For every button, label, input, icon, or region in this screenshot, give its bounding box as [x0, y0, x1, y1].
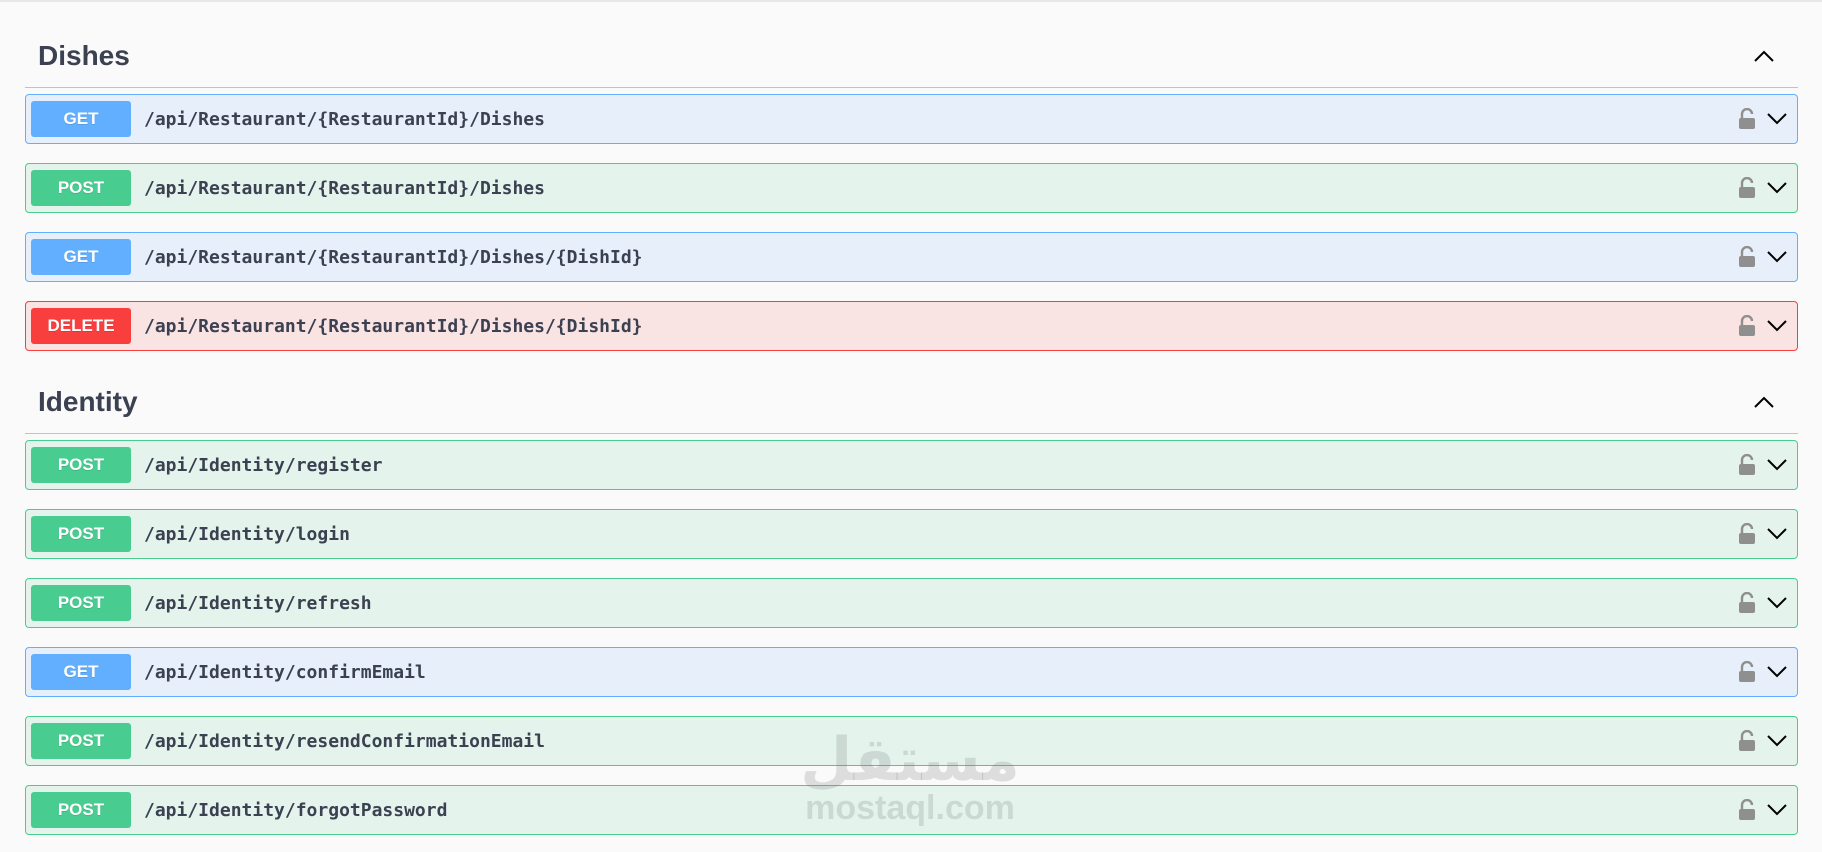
lock-icon[interactable] [1738, 177, 1756, 199]
lock-icon[interactable] [1738, 315, 1756, 337]
method-badge: POST [31, 447, 131, 483]
operation-path: /api/Identity/resendConfirmationEmail [144, 730, 545, 752]
method-badge: GET [31, 101, 131, 137]
operation-path: /api/Identity/forgotPassword [144, 799, 448, 821]
operation-path: /api/Identity/register [144, 454, 383, 476]
operation-row[interactable]: GET /api/Restaurant/{RestaurantId}/Dishe… [25, 94, 1798, 144]
chevron-down-icon[interactable] [1766, 181, 1788, 195]
lock-icon[interactable] [1738, 108, 1756, 130]
chevron-down-icon[interactable] [1766, 596, 1788, 610]
chevron-down-icon[interactable] [1766, 319, 1788, 333]
method-badge: GET [31, 239, 131, 275]
lock-icon[interactable] [1738, 454, 1756, 476]
chevron-up-icon[interactable] [1740, 378, 1788, 426]
chevron-down-icon[interactable] [1766, 734, 1788, 748]
tag-section-identity: Identity POST /api/Identity/register POS… [25, 370, 1798, 835]
chevron-down-icon[interactable] [1766, 458, 1788, 472]
operation-row[interactable]: POST /api/Identity/forgotPassword [25, 785, 1798, 835]
lock-icon[interactable] [1738, 661, 1756, 683]
tag-title: Dishes [38, 39, 130, 71]
operation-row[interactable]: POST /api/Identity/register [25, 440, 1798, 490]
tag-header-identity[interactable]: Identity [25, 370, 1798, 434]
method-badge: POST [31, 792, 131, 828]
operation-path: /api/Identity/login [144, 523, 350, 545]
operation-path: /api/Restaurant/{RestaurantId}/Dishes/{D… [144, 246, 643, 268]
chevron-down-icon[interactable] [1766, 527, 1788, 541]
operation-path: /api/Restaurant/{RestaurantId}/Dishes/{D… [144, 315, 643, 337]
tag-title: Identity [38, 385, 138, 417]
method-badge: POST [31, 723, 131, 759]
operation-row[interactable]: POST /api/Identity/refresh [25, 578, 1798, 628]
lock-icon[interactable] [1738, 523, 1756, 545]
operation-row[interactable]: DELETE /api/Restaurant/{RestaurantId}/Di… [25, 301, 1798, 351]
swagger-operations-list: Dishes GET /api/Restaurant/{RestaurantId… [0, 2, 1822, 835]
operation-path: /api/Identity/confirmEmail [144, 661, 426, 683]
operation-row[interactable]: POST /api/Identity/resendConfirmationEma… [25, 716, 1798, 766]
chevron-down-icon[interactable] [1766, 250, 1788, 264]
lock-icon[interactable] [1738, 730, 1756, 752]
operation-row[interactable]: POST /api/Identity/login [25, 509, 1798, 559]
operation-path: /api/Restaurant/{RestaurantId}/Dishes [144, 108, 545, 130]
operation-row[interactable]: GET /api/Identity/confirmEmail [25, 647, 1798, 697]
method-badge: POST [31, 516, 131, 552]
lock-icon[interactable] [1738, 799, 1756, 821]
method-badge: POST [31, 585, 131, 621]
chevron-down-icon[interactable] [1766, 803, 1788, 817]
lock-icon[interactable] [1738, 592, 1756, 614]
operation-path: /api/Identity/refresh [144, 592, 372, 614]
lock-icon[interactable] [1738, 246, 1756, 268]
method-badge: POST [31, 170, 131, 206]
chevron-up-icon[interactable] [1740, 32, 1788, 80]
operation-row[interactable]: POST /api/Restaurant/{RestaurantId}/Dish… [25, 163, 1798, 213]
chevron-down-icon[interactable] [1766, 665, 1788, 679]
tag-section-dishes: Dishes GET /api/Restaurant/{RestaurantId… [25, 24, 1798, 351]
operation-path: /api/Restaurant/{RestaurantId}/Dishes [144, 177, 545, 199]
method-badge: GET [31, 654, 131, 690]
operation-row[interactable]: GET /api/Restaurant/{RestaurantId}/Dishe… [25, 232, 1798, 282]
tag-header-dishes[interactable]: Dishes [25, 24, 1798, 88]
chevron-down-icon[interactable] [1766, 112, 1788, 126]
method-badge: DELETE [31, 308, 131, 344]
